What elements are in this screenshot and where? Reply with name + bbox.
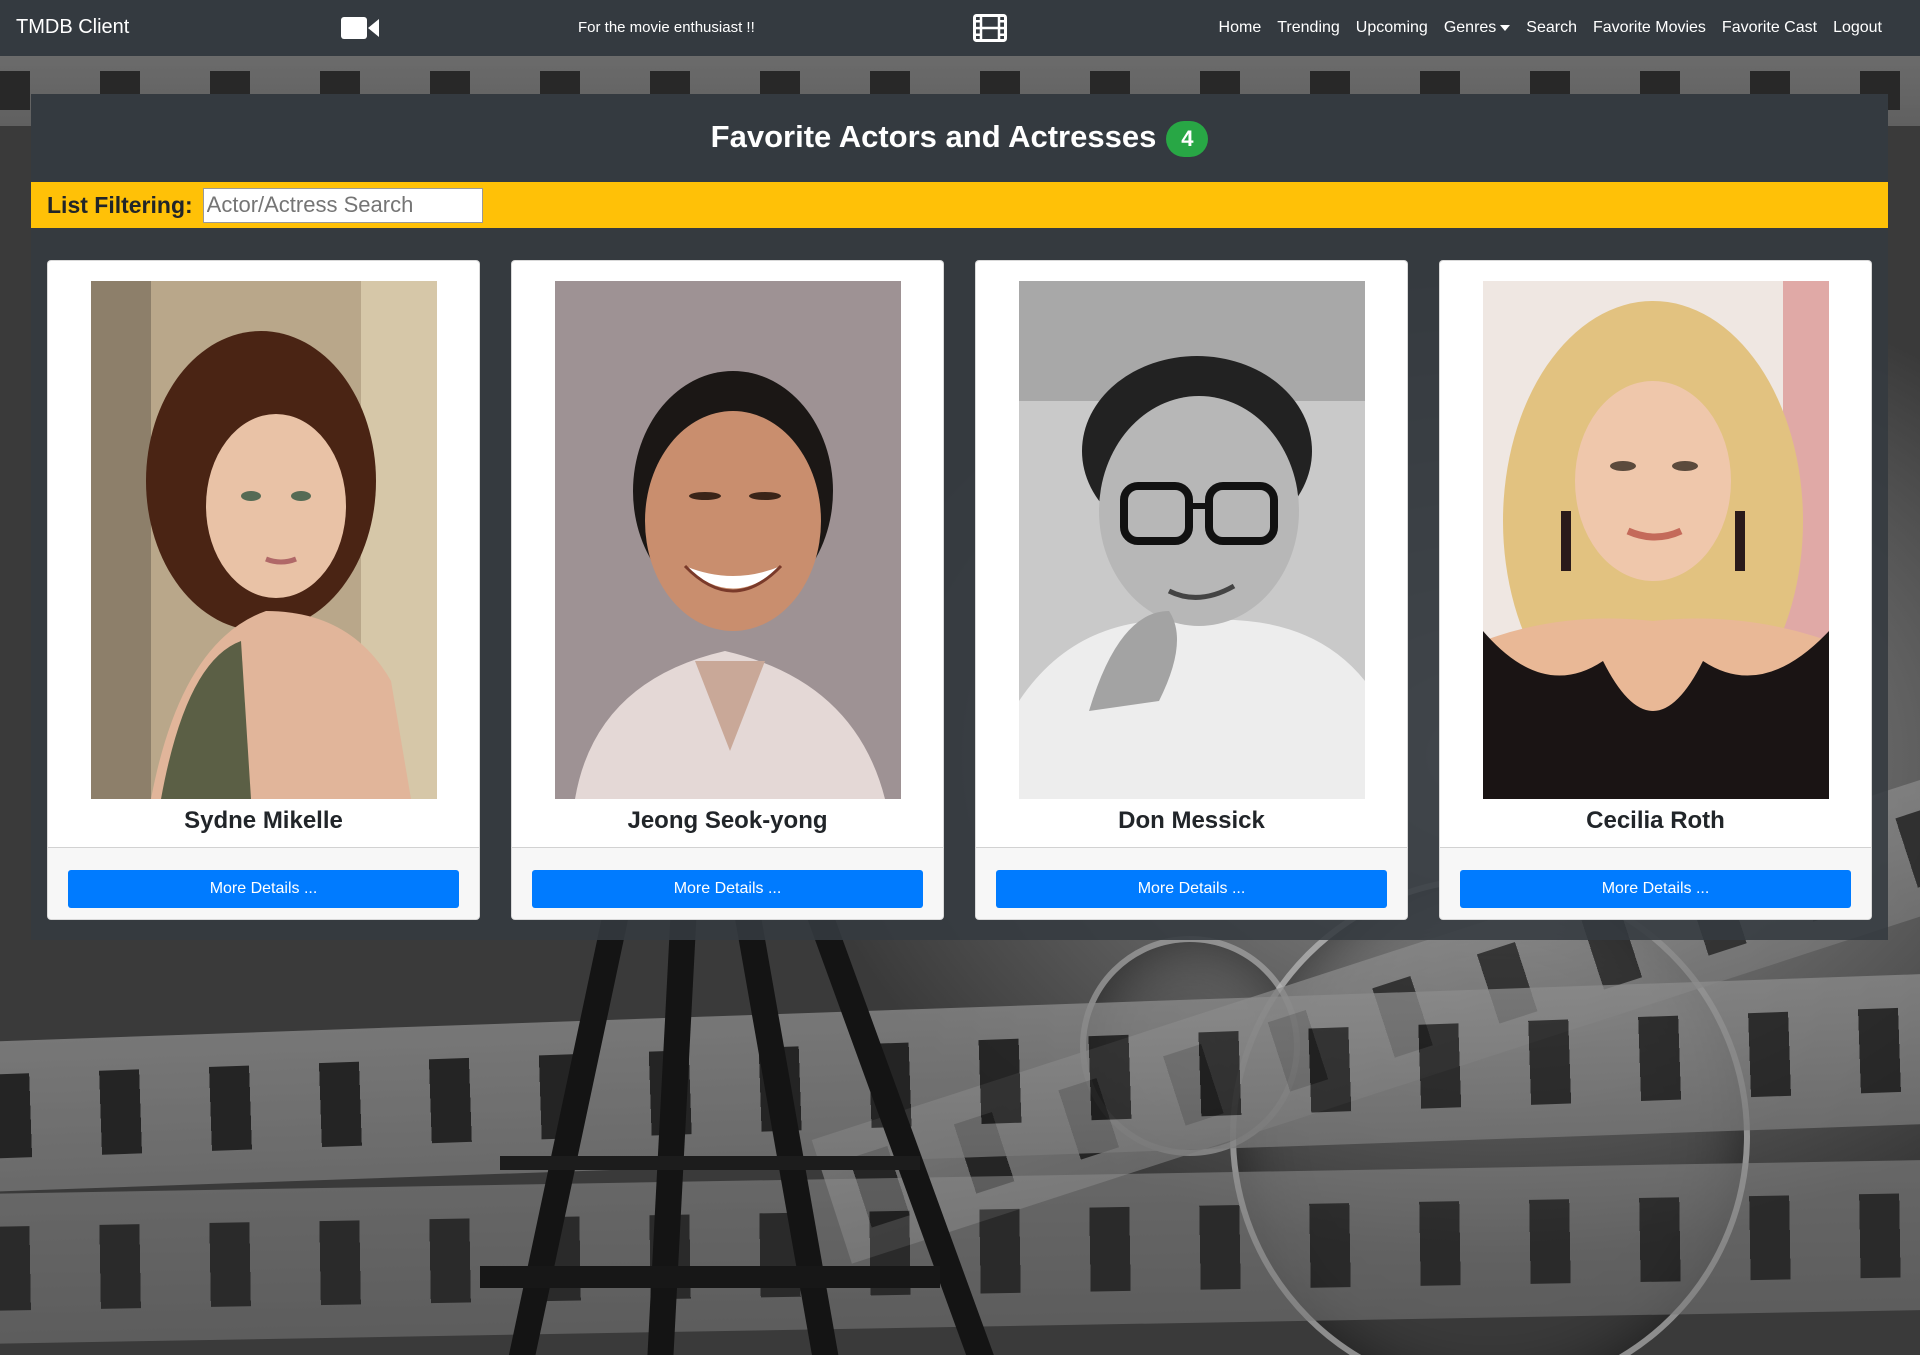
video-camera-icon (341, 16, 379, 40)
actor-name: Sydne Mikelle (184, 807, 343, 834)
brand-link[interactable]: TMDB Client (16, 16, 129, 39)
cast-card-list: Sydne Mikelle More Details ... Jeong Seo… (47, 260, 1872, 920)
actor-photo (1019, 281, 1365, 799)
cast-card: Don Messick More Details ... (975, 260, 1408, 920)
favorites-count-badge: 4 (1166, 120, 1209, 157)
actor-name: Don Messick (1118, 807, 1265, 834)
cast-card: Cecilia Roth More Details ... (1439, 260, 1872, 920)
cast-card: Jeong Seok-yong More Details ... (511, 260, 944, 920)
card-footer: More Details ... (1440, 847, 1871, 919)
nav-link-trending[interactable]: Trending (1269, 19, 1348, 37)
nav-link-upcoming[interactable]: Upcoming (1348, 19, 1436, 37)
nav-link-logout[interactable]: Logout (1825, 19, 1890, 37)
actor-name: Cecilia Roth (1586, 807, 1725, 834)
favorite-cast-panel: Favorite Actors and Actresses 4 List Filt… (31, 94, 1888, 940)
actor-photo (91, 281, 437, 799)
card-footer: More Details ... (48, 847, 479, 919)
cast-card: Sydne Mikelle More Details ... (47, 260, 480, 920)
top-navbar: TMDB Client For the movie enthusiast !! … (0, 0, 1920, 56)
tripod-brace-decor (480, 1266, 940, 1288)
actor-photo (555, 281, 901, 799)
nav-link-search[interactable]: Search (1518, 19, 1585, 37)
actor-name: Jeong Seok-yong (627, 807, 828, 834)
actor-photo (1483, 281, 1829, 799)
actor-search-input[interactable] (202, 187, 483, 223)
nav-link-favorite-cast[interactable]: Favorite Cast (1714, 19, 1825, 37)
more-details-button[interactable]: More Details ... (532, 870, 923, 908)
card-footer: More Details ... (512, 847, 943, 919)
tripod-brace-decor (500, 1156, 920, 1170)
card-footer: More Details ... (976, 847, 1407, 919)
filter-label: List Filtering: (47, 191, 193, 218)
nav-dropdown-genres[interactable]: Genres (1436, 19, 1518, 37)
panel-header: Favorite Actors and Actresses 4 (31, 94, 1888, 182)
dropdown-caret-icon (1500, 25, 1511, 31)
film-icon (973, 14, 1007, 42)
nav-link-genres-label: Genres (1443, 19, 1497, 36)
more-details-button[interactable]: More Details ... (68, 870, 459, 908)
navbar-tagline: For the movie enthusiast !! (578, 19, 755, 36)
list-filter-bar: List Filtering: (31, 182, 1888, 228)
more-details-button[interactable]: More Details ... (1460, 870, 1851, 908)
page-title: Favorite Actors and Actresses 4 (711, 119, 1209, 157)
nav-link-home[interactable]: Home (1211, 19, 1270, 37)
nav-link-favorite-movies[interactable]: Favorite Movies (1585, 19, 1714, 37)
page-title-text: Favorite Actors and Actresses (710, 119, 1157, 155)
more-details-button[interactable]: More Details ... (996, 870, 1387, 908)
nav-links: Home Trending Upcoming Genres Search Fav… (1211, 0, 1890, 56)
